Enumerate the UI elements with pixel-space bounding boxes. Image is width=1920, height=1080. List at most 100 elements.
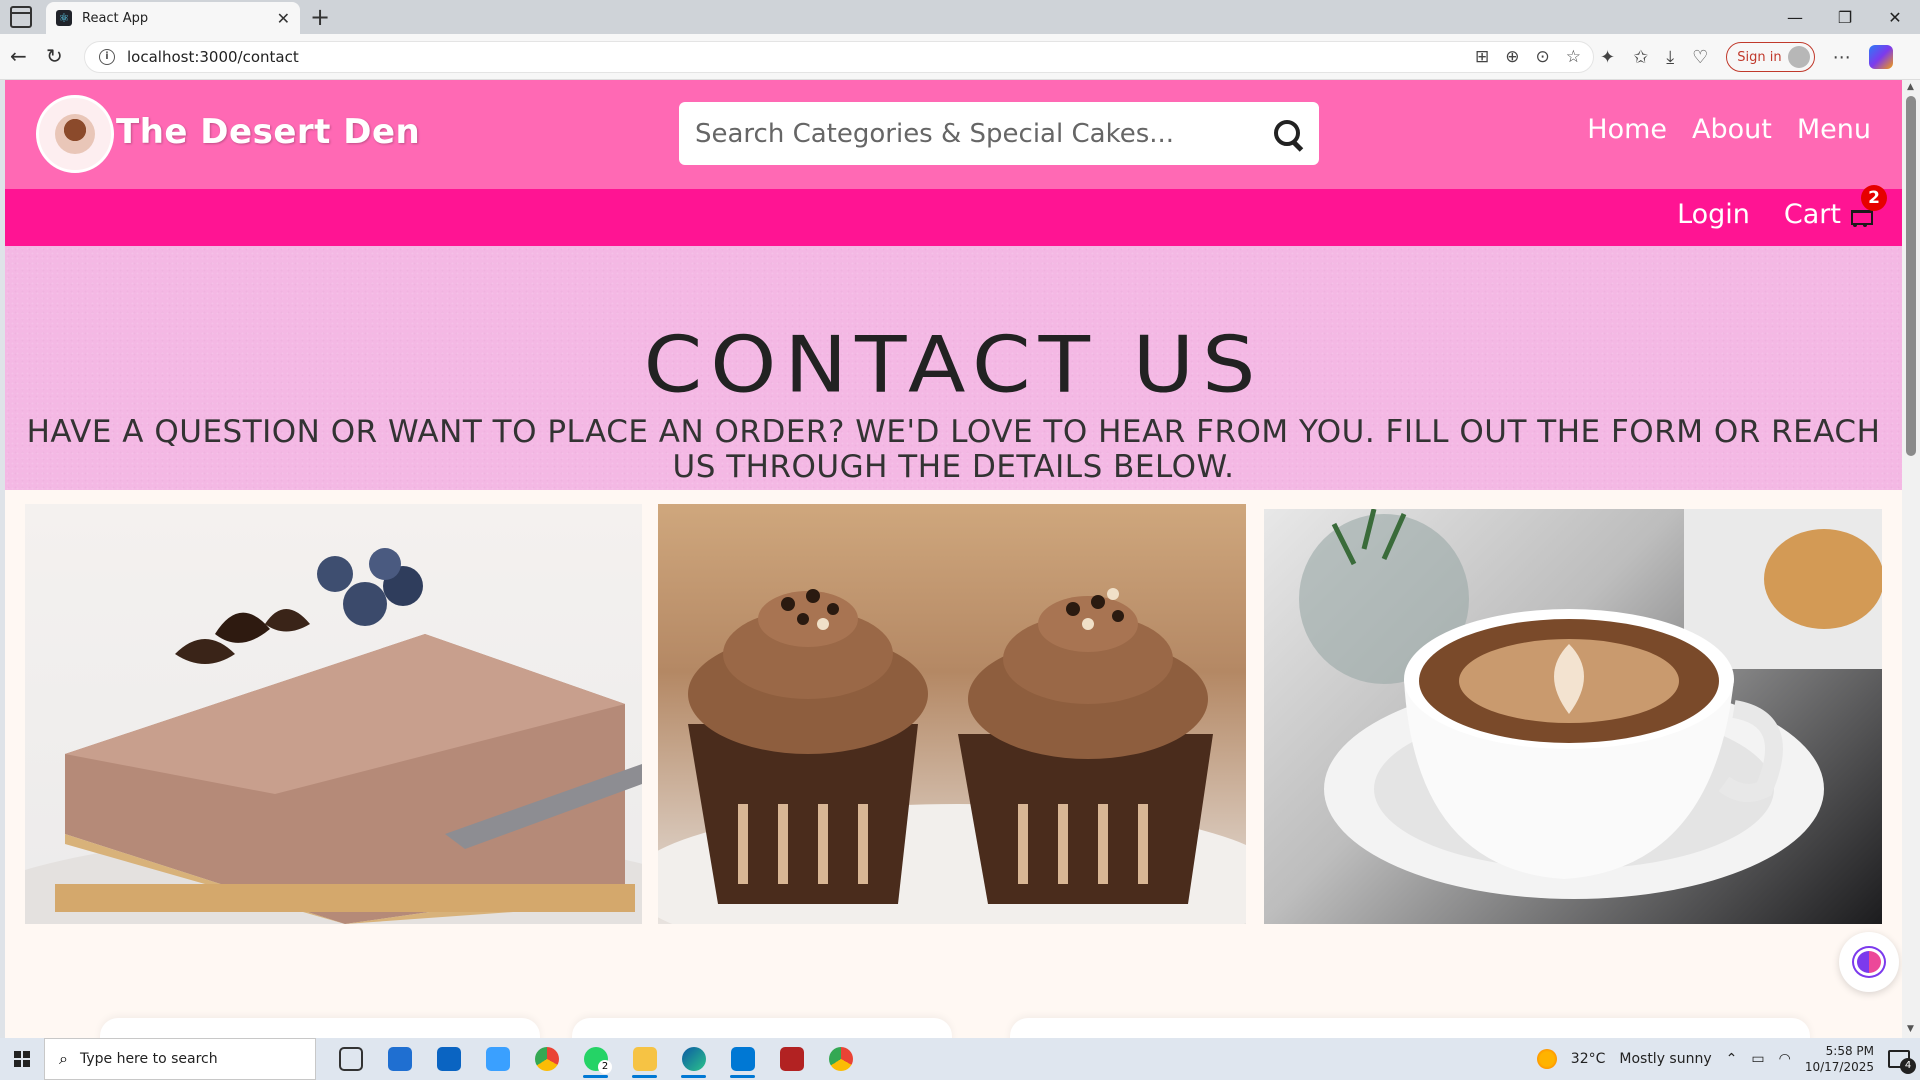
contact-card-right (1010, 1018, 1810, 1038)
settings-more-icon[interactable]: ⋯ (1833, 47, 1851, 68)
page-subtitle: Have a question or want to place an orde… (26, 414, 1881, 485)
paint-app[interactable] (473, 1038, 522, 1080)
cart-link[interactable]: Cart 2 (1783, 185, 1887, 230)
chrome-profile-icon (828, 1047, 853, 1071)
address-bar-icons: ⊞ ⊕ ⊙ ☆ (1475, 47, 1581, 67)
close-tab-icon[interactable]: ✕ (277, 9, 290, 28)
search-box (679, 102, 1319, 165)
weather-temp[interactable]: 32°C (1571, 1051, 1606, 1067)
notification-count: 4 (1900, 1058, 1916, 1074)
brain-icon (1852, 946, 1886, 978)
task-view-button[interactable] (326, 1038, 375, 1080)
windows-taskbar: ⌕ Type here to search 2 32°C Mostly sunn… (0, 1038, 1920, 1080)
downloads-icon[interactable]: ⤓ (1666, 47, 1674, 68)
weather-text[interactable]: Mostly sunny (1619, 1051, 1711, 1067)
favorites-icon[interactable]: ✩ (1633, 47, 1648, 68)
weather-icon[interactable] (1536, 1049, 1557, 1069)
minimize-icon[interactable]: — (1770, 0, 1820, 34)
tab-title: React App (82, 10, 149, 26)
page-scrollbar[interactable]: ▲ ▼ (1902, 80, 1920, 1038)
nav-menu-link[interactable]: Menu (1797, 114, 1871, 145)
login-link[interactable]: Login (1677, 199, 1750, 230)
avatar-icon (1787, 46, 1810, 68)
url-text[interactable]: localhost:3000/contact (127, 48, 299, 66)
vscode-app[interactable] (718, 1038, 767, 1080)
search-input[interactable] (695, 118, 1273, 149)
page-viewport: The Desert Den Home About Menu Login Car… (5, 80, 1902, 1038)
nav-about-link[interactable]: About (1692, 114, 1772, 145)
edge-app[interactable] (669, 1038, 718, 1080)
close-window-icon[interactable]: ✕ (1870, 0, 1920, 34)
logo-cake-icon (55, 114, 95, 154)
paint-icon (485, 1047, 510, 1071)
app-available-icon[interactable]: ⊞ (1475, 47, 1489, 67)
brand-logo[interactable] (36, 95, 114, 173)
wifi-icon[interactable]: ◠ (1779, 1051, 1791, 1067)
browser-toolbar: ← ↻ i localhost:3000/contact ⊞ ⊕ ⊙ ☆ ✦ ✩… (0, 34, 1920, 80)
taskbar-search-text: Type here to search (79, 1051, 218, 1067)
chrome-app[interactable] (522, 1038, 571, 1080)
more-options-circle-icon[interactable]: ⊙ (1536, 47, 1550, 67)
file-explorer-app[interactable] (620, 1038, 669, 1080)
brand-name[interactable]: The Desert Den (116, 112, 420, 152)
taskbar-search[interactable]: ⌕ Type here to search (44, 1038, 316, 1080)
taskbar-apps: 2 (326, 1038, 865, 1080)
battery-icon[interactable]: ▭ (1751, 1051, 1764, 1067)
favorite-star-icon[interactable]: ☆ (1566, 47, 1581, 67)
copilot-icon[interactable] (1868, 45, 1893, 69)
start-button[interactable] (0, 1038, 44, 1080)
contact-card-middle (572, 1018, 952, 1038)
scroll-thumb[interactable] (1906, 96, 1916, 456)
cart-label: Cart (1783, 199, 1841, 230)
outlook-app[interactable] (424, 1038, 473, 1080)
whatsapp-badge: 2 (598, 1060, 612, 1074)
scroll-up-icon[interactable]: ▲ (1907, 82, 1914, 92)
clock-time: 5:58 PM (1825, 1044, 1874, 1058)
window-controls: — ❐ ✕ (1770, 0, 1920, 34)
clock[interactable]: 5:58 PM 10/17/2025 (1805, 1043, 1874, 1075)
extensions-icon[interactable]: ✦ (1600, 47, 1615, 68)
signin-label: Sign in (1737, 49, 1782, 65)
folder-icon (632, 1047, 657, 1071)
outlook-icon (436, 1047, 461, 1071)
browser-tab[interactable]: ⚛ React App ✕ (46, 2, 300, 34)
tab-actions-icon[interactable] (10, 6, 32, 28)
chocolate-cheesecake-image (25, 504, 642, 924)
terminal-app[interactable] (767, 1038, 816, 1080)
microsoft-store-icon (387, 1047, 412, 1071)
contact-hero: CONTACT US Have a question or want to pl… (5, 246, 1902, 490)
back-icon[interactable]: ← (10, 44, 27, 68)
store-app[interactable] (375, 1038, 424, 1080)
browser-essentials-icon[interactable]: ♡ (1692, 47, 1708, 68)
system-tray: 32°C Mostly sunny ⌃ ▭ ◠ 5:58 PM 10/17/20… (1536, 1038, 1920, 1080)
site-info-icon[interactable]: i (99, 49, 115, 65)
nav-home-link[interactable]: Home (1587, 114, 1667, 145)
contact-card-left (100, 1018, 540, 1038)
restore-icon[interactable]: ❐ (1820, 0, 1870, 34)
latte-coffee-image (1264, 509, 1882, 924)
site-header: The Desert Den Home About Menu (5, 80, 1902, 189)
address-bar[interactable]: i localhost:3000/contact ⊞ ⊕ ⊙ ☆ (84, 41, 1594, 73)
new-tab-icon[interactable]: + (310, 4, 330, 30)
chrome-profile-app[interactable] (816, 1038, 865, 1080)
react-favicon-icon: ⚛ (56, 10, 72, 26)
clock-date: 10/17/2025 (1804, 1060, 1874, 1074)
sub-nav: Login Cart 2 (5, 185, 1902, 246)
scroll-down-icon[interactable]: ▼ (1907, 1024, 1914, 1034)
search-icon[interactable] (1273, 119, 1303, 149)
search-icon: ⌕ (59, 1049, 68, 1068)
cart-count-badge: 2 (1861, 185, 1887, 211)
whatsapp-app[interactable]: 2 (571, 1038, 620, 1080)
cart-icon (1849, 208, 1873, 228)
refresh-icon[interactable]: ↻ (46, 44, 63, 68)
zoom-icon[interactable]: ⊕ (1505, 47, 1519, 67)
edge-icon (681, 1047, 706, 1071)
browser-tab-strip: ⚛ React App ✕ + — ❐ ✕ (0, 0, 1920, 34)
task-view-icon (338, 1047, 363, 1071)
ai-assistant-button[interactable] (1839, 932, 1899, 992)
main-nav: Home About Menu (1587, 114, 1871, 145)
notification-center-icon[interactable]: 4 (1888, 1050, 1916, 1074)
signin-button[interactable]: Sign in (1726, 42, 1815, 72)
page-title: CONTACT US (643, 319, 1264, 411)
show-hidden-icons-icon[interactable]: ⌃ (1726, 1051, 1738, 1067)
